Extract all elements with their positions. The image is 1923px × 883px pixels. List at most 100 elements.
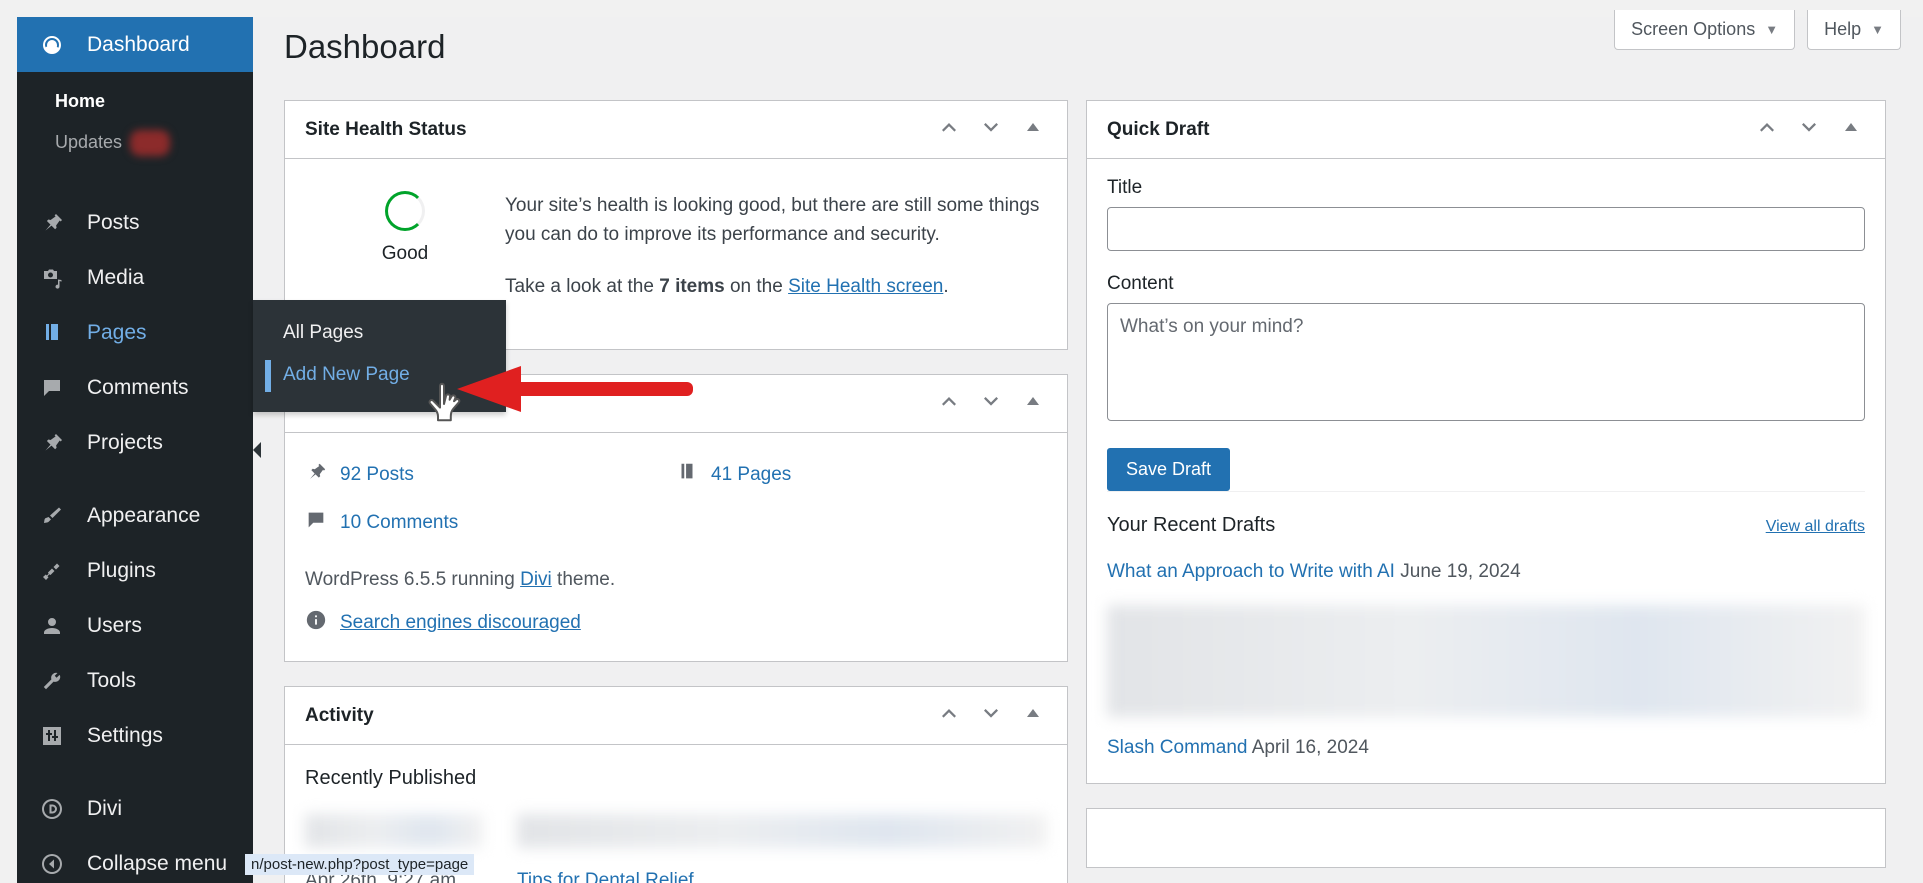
recently-published-heading: Recently Published xyxy=(305,767,477,790)
move-down-icon[interactable] xyxy=(979,115,1003,144)
menu-separator xyxy=(17,470,253,488)
site-health-gauge: Good xyxy=(305,191,505,265)
menu-separator xyxy=(17,763,253,781)
submenu-item-home[interactable]: Home xyxy=(17,82,253,121)
draft-item: Slash Command April 16, 2024 xyxy=(1107,723,1865,763)
sidebar-item-divi[interactable]: Divi xyxy=(17,781,253,836)
dashboard-column-left: Site Health Status Good Your site’s heal… xyxy=(284,100,1068,883)
toggle-panel-icon[interactable] xyxy=(1021,389,1045,418)
sidebar-item-plugins[interactable]: Plugins xyxy=(17,543,253,598)
divi-icon xyxy=(39,796,65,822)
chevron-down-icon: ▼ xyxy=(1871,22,1884,37)
sliders-icon xyxy=(39,723,65,749)
at-a-glance-panel: 92 Posts 41 Pages 10 Comments WordPress … xyxy=(284,374,1068,663)
screen-options-label: Screen Options xyxy=(1631,19,1756,39)
version-prefix: WordPress 6.5.5 running xyxy=(305,569,521,591)
wordpress-version-line: WordPress 6.5.5 running Divi theme. xyxy=(305,547,1047,591)
move-down-icon[interactable] xyxy=(979,701,1003,730)
search-engines-discouraged-link[interactable]: Search engines discouraged xyxy=(340,612,581,634)
recent-drafts-header: Your Recent Drafts View all drafts xyxy=(1107,491,1865,547)
quick-draft-header: Quick Draft xyxy=(1087,101,1885,159)
submenu-item-label: Home xyxy=(55,91,106,111)
move-up-icon[interactable] xyxy=(937,389,961,418)
browser-left-chrome xyxy=(0,0,17,883)
site-health-screen-link[interactable]: Site Health screen xyxy=(788,276,943,297)
draft-title-link[interactable]: What an Approach to Write with AI xyxy=(1107,561,1395,582)
glance-pages-link[interactable]: 41 Pages xyxy=(676,451,1047,499)
quick-draft-content-textarea[interactable] xyxy=(1107,303,1865,421)
move-down-icon[interactable] xyxy=(979,389,1003,418)
help-button[interactable]: Help ▼ xyxy=(1807,10,1901,50)
pin-icon xyxy=(39,430,65,456)
glance-posts-link[interactable]: 92 Posts xyxy=(305,451,676,499)
move-up-icon[interactable] xyxy=(937,701,961,730)
toggle-panel-icon[interactable] xyxy=(1021,701,1045,730)
sidebar-item-collapse-menu[interactable]: Collapse menu xyxy=(17,836,253,883)
flyout-item-all-pages[interactable]: All Pages xyxy=(253,312,506,354)
sidebar-item-label: Collapse menu xyxy=(87,851,228,875)
panel-controls xyxy=(937,115,1053,144)
theme-link[interactable]: Divi xyxy=(520,569,552,590)
sidebar-item-posts[interactable]: Posts xyxy=(17,195,253,250)
move-up-icon[interactable] xyxy=(1755,115,1779,144)
health-status-label: Good xyxy=(381,243,429,264)
sidebar-item-dashboard[interactable]: Dashboard xyxy=(17,17,261,72)
wrench-icon xyxy=(39,668,65,694)
sidebar-item-settings[interactable]: Settings xyxy=(17,708,253,763)
glance-label: 41 Pages xyxy=(711,464,792,486)
activity-post-link[interactable]: Tips for Dental Relief xyxy=(517,870,694,883)
toggle-panel-icon[interactable] xyxy=(1839,115,1863,144)
glance-items: 92 Posts 41 Pages 10 Comments xyxy=(305,451,1047,547)
move-down-icon[interactable] xyxy=(1797,115,1821,144)
quick-draft-body: Title Content Save Draft Your Recent Dra… xyxy=(1087,159,1885,783)
sidebar-item-label: Settings xyxy=(87,723,163,747)
panel-controls xyxy=(937,701,1053,730)
move-up-icon[interactable] xyxy=(937,115,961,144)
view-all-drafts-link[interactable]: View all drafts xyxy=(1766,518,1865,536)
sidebar-item-label: Comments xyxy=(87,375,189,399)
pin-icon xyxy=(305,461,327,489)
at-a-glance-body: 92 Posts 41 Pages 10 Comments WordPress … xyxy=(285,433,1067,661)
sidebar-item-users[interactable]: Users xyxy=(17,598,253,653)
sidebar-item-media[interactable]: Media xyxy=(17,250,253,305)
glance-comments-link[interactable]: 10 Comments xyxy=(305,499,676,547)
wordpress-admin-screen: Screen Options ▼ Help ▼ Dashboard Dashbo… xyxy=(0,0,1923,883)
title-field-label: Title xyxy=(1107,177,1143,198)
info-icon xyxy=(305,609,327,637)
comment-icon xyxy=(39,375,65,401)
flyout-item-add-new-page[interactable]: Add New Page xyxy=(253,354,506,396)
health-paragraph: Your site’s health is looking good, but … xyxy=(505,195,1040,246)
help-label: Help xyxy=(1824,19,1862,39)
quick-draft-title-input[interactable] xyxy=(1107,207,1865,251)
sidebar-item-comments[interactable]: Comments xyxy=(17,360,253,415)
pages-icon xyxy=(39,320,65,346)
sidebar-item-tools[interactable]: Tools xyxy=(17,653,253,708)
sidebar-item-label: Posts xyxy=(87,210,140,234)
sidebar-item-appearance[interactable]: Appearance xyxy=(17,488,253,543)
sidebar-item-label: Dashboard xyxy=(87,32,190,56)
submenu-item-updates[interactable]: Updates xyxy=(17,121,253,165)
flyout-item-label: All Pages xyxy=(283,322,364,343)
dashboard-submenu: Home Updates xyxy=(17,72,253,177)
activity-row-blurred xyxy=(305,814,1047,849)
save-draft-button[interactable]: Save Draft xyxy=(1107,448,1231,491)
dashboard-icon xyxy=(39,32,65,58)
toggle-panel-icon[interactable] xyxy=(1021,115,1045,144)
health-ring-icon xyxy=(385,191,425,231)
draft-date: June 19, 2024 xyxy=(1400,561,1521,582)
sidebar-item-pages[interactable]: Pages xyxy=(17,305,253,360)
screen-options-button[interactable]: Screen Options ▼ xyxy=(1614,10,1796,50)
submenu-item-label: Updates xyxy=(55,131,123,152)
glance-label: 10 Comments xyxy=(340,512,459,534)
glance-label: 92 Posts xyxy=(340,464,414,486)
screen-meta-links: Screen Options ▼ Help ▼ xyxy=(1614,10,1901,50)
activity-header: Activity xyxy=(285,687,1067,746)
sidebar-item-label: Plugins xyxy=(87,558,156,582)
sidebar-item-label: Projects xyxy=(87,430,163,454)
draft-title-link[interactable]: Slash Command xyxy=(1107,737,1247,758)
health-cta: Take a look at the 7 items on the Site H… xyxy=(505,272,1047,301)
collapse-left-icon xyxy=(39,851,65,877)
sidebar-item-projects[interactable]: Projects xyxy=(17,415,253,470)
blurred-date xyxy=(305,814,483,849)
